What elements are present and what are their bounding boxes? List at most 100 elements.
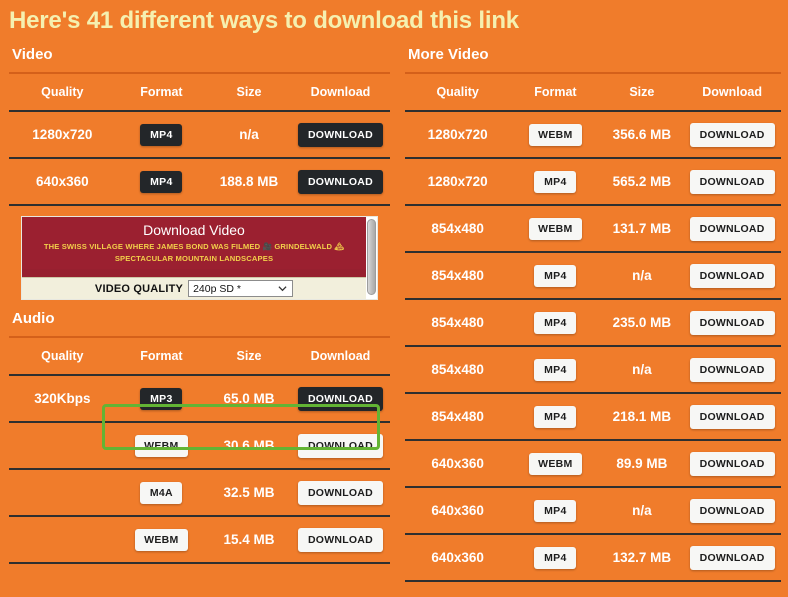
cell-size: 89.9 MB: [600, 440, 684, 488]
cell-size: 131.7 MB: [600, 205, 684, 253]
cell-quality: 640x360: [9, 158, 116, 206]
cell-size: 565.2 MB: [600, 158, 684, 206]
embed-scrollbar[interactable]: [366, 217, 377, 299]
format-badge: MP4: [140, 123, 183, 146]
cell-format: MP4: [115, 158, 208, 206]
cell-size: 32.5 MB: [207, 469, 291, 517]
cell-download: DOWNLOAD: [683, 487, 781, 535]
column-header-format: Format: [510, 72, 601, 112]
download-button[interactable]: DOWNLOAD: [689, 216, 775, 241]
format-badge: MP4: [534, 405, 577, 428]
audio-table: Quality Format Size Download 320Kbps MP3…: [9, 336, 390, 564]
cell-quality: 640x360: [405, 534, 511, 582]
table-row: 854x480 WEBM 131.7 MB DOWNLOAD: [405, 205, 781, 253]
download-button[interactable]: DOWNLOAD: [297, 527, 383, 552]
embedded-download-widget[interactable]: Download Video THE SWISS VILLAGE WHERE J…: [21, 216, 378, 300]
table-row: 640x360 MP4 132.7 MB DOWNLOAD: [405, 534, 781, 582]
column-header-quality: Quality: [405, 72, 511, 112]
cell-quality: 854x480: [405, 346, 511, 394]
cell-format: WEBM: [115, 422, 208, 470]
download-button[interactable]: DOWNLOAD: [689, 451, 775, 476]
download-button[interactable]: DOWNLOAD: [297, 169, 383, 194]
more-video-table-body: 1280x720 WEBM 356.6 MB DOWNLOAD 1280x720…: [405, 111, 781, 582]
cell-download: DOWNLOAD: [290, 158, 390, 206]
cell-quality: 854x480: [405, 299, 511, 347]
cell-quality: 1280x720: [405, 158, 511, 206]
cell-size: 235.0 MB: [600, 299, 684, 347]
cell-download: DOWNLOAD: [683, 440, 781, 488]
cell-size: 30.6 MB: [207, 422, 291, 470]
download-button[interactable]: DOWNLOAD: [689, 122, 775, 147]
cell-size: 356.6 MB: [600, 111, 684, 159]
section-title-video: Video: [12, 46, 53, 63]
format-badge: MP4: [534, 264, 577, 287]
table-row: 1280x720 WEBM 356.6 MB DOWNLOAD: [405, 111, 781, 159]
cell-size: 188.8 MB: [207, 158, 291, 206]
column-header-format: Format: [115, 336, 208, 376]
section-title-more-video: More Video: [408, 46, 489, 63]
table-row-highlighted: 320Kbps MP3 65.0 MB DOWNLOAD: [9, 375, 390, 423]
cell-quality: [9, 516, 116, 564]
format-badge: MP4: [534, 546, 577, 569]
format-badge: WEBM: [529, 217, 582, 240]
table-row: WEBM 30.6 MB DOWNLOAD: [9, 422, 390, 470]
cell-quality: [9, 422, 116, 470]
cell-format: MP4: [510, 393, 601, 441]
download-button[interactable]: DOWNLOAD: [689, 169, 775, 194]
column-header-download: Download: [290, 336, 390, 376]
cell-format: MP4: [510, 534, 601, 582]
cell-quality: 1280x720: [9, 111, 116, 159]
cell-quality: 854x480: [405, 393, 511, 441]
cell-download: DOWNLOAD: [683, 346, 781, 394]
cell-size: 65.0 MB: [207, 375, 291, 423]
cell-format: MP4: [115, 111, 208, 159]
embed-subtitle-line2: SPECTACULAR MOUNTAIN LANDSCAPES: [114, 254, 274, 263]
cell-download: DOWNLOAD: [683, 299, 781, 347]
cell-size: n/a: [207, 111, 291, 159]
cell-size: 15.4 MB: [207, 516, 291, 564]
embed-scrollbar-thumb[interactable]: [367, 219, 376, 295]
format-badge: MP4: [534, 170, 577, 193]
table-header-row: Quality Format Size Download: [405, 72, 781, 112]
cell-download: DOWNLOAD: [683, 111, 781, 159]
table-row: 854x480 MP4 235.0 MB DOWNLOAD: [405, 299, 781, 347]
cell-size: n/a: [600, 346, 684, 394]
download-button[interactable]: DOWNLOAD: [689, 310, 775, 335]
cell-download: DOWNLOAD: [290, 375, 390, 423]
cell-size: 132.7 MB: [600, 534, 684, 582]
download-button[interactable]: DOWNLOAD: [689, 357, 775, 382]
column-header-size: Size: [600, 72, 684, 112]
section-title-audio: Audio: [12, 310, 55, 327]
page-title: Here's 41 different ways to download thi…: [9, 7, 519, 34]
download-button[interactable]: DOWNLOAD: [689, 545, 775, 570]
download-button[interactable]: DOWNLOAD: [297, 122, 383, 147]
right-column: More Video Quality Format Size Download …: [400, 36, 788, 582]
cell-download: DOWNLOAD: [683, 158, 781, 206]
table-row: 854x480 MP4 n/a DOWNLOAD: [405, 346, 781, 394]
cell-download: DOWNLOAD: [683, 534, 781, 582]
download-button[interactable]: DOWNLOAD: [689, 498, 775, 523]
chevron-down-icon: [278, 284, 287, 293]
cell-quality: 640x360: [405, 440, 511, 488]
video-quality-select[interactable]: 240p SD *: [188, 280, 294, 297]
column-header-quality: Quality: [9, 336, 116, 376]
table-row: 640x360 MP4 n/a DOWNLOAD: [405, 487, 781, 535]
table-row: 1280x720 MP4 565.2 MB DOWNLOAD: [405, 158, 781, 206]
video-table-body: 1280x720 MP4 n/a DOWNLOAD 640x360 MP4 18…: [9, 111, 390, 206]
cell-format: MP4: [510, 346, 601, 394]
column-header-format: Format: [115, 72, 208, 112]
table-header-row: Quality Format Size Download: [9, 72, 390, 112]
download-button[interactable]: DOWNLOAD: [689, 404, 775, 429]
audio-table-head: Quality Format Size Download: [9, 336, 390, 376]
format-badge: WEBM: [529, 452, 582, 475]
cell-download: DOWNLOAD: [290, 516, 390, 564]
download-button[interactable]: DOWNLOAD: [297, 433, 383, 458]
video-quality-value: 240p SD *: [193, 282, 241, 295]
download-button[interactable]: DOWNLOAD: [689, 263, 775, 288]
embed-header: Download Video THE SWISS VILLAGE WHERE J…: [22, 217, 366, 269]
download-button[interactable]: DOWNLOAD: [297, 386, 383, 411]
cell-format: WEBM: [510, 205, 601, 253]
cell-quality: 854x480: [405, 205, 511, 253]
download-button[interactable]: DOWNLOAD: [297, 480, 383, 505]
table-row: 640x360 WEBM 89.9 MB DOWNLOAD: [405, 440, 781, 488]
